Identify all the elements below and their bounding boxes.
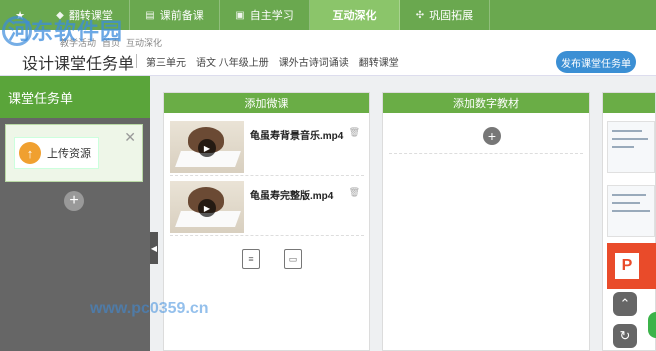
document-icon[interactable]: ≡ bbox=[242, 249, 260, 269]
document-thumbnail[interactable] bbox=[607, 185, 655, 237]
tab-prep[interactable]: ▤ 课前备课 bbox=[130, 0, 220, 30]
collapse-handle[interactable]: ◀ bbox=[150, 232, 158, 264]
extend-icon: ✣ bbox=[415, 9, 425, 21]
delete-icon[interactable]: 🗑 bbox=[349, 127, 360, 138]
breadcrumb-item: 互动深化 bbox=[126, 38, 163, 48]
video-name: 龟虽寿完整版.mp4 bbox=[250, 191, 334, 202]
play-icon[interactable]: ▶ bbox=[198, 139, 216, 157]
divider bbox=[389, 153, 583, 154]
tab-label: 自主学习 bbox=[249, 10, 294, 22]
watermark-text: 河东软件园 bbox=[8, 19, 124, 44]
watermark-url: www.pc0359.cn bbox=[90, 300, 209, 317]
upload-card: ↑ 上传资源 ✕ bbox=[5, 124, 143, 182]
publish-button[interactable]: 发布课堂任务单 bbox=[556, 51, 636, 73]
video-name: 龟虽寿背景音乐.mp4 bbox=[250, 131, 344, 142]
title-divider bbox=[136, 54, 137, 68]
tab-label: 课前备课 bbox=[159, 10, 204, 22]
powerpoint-icon: P bbox=[615, 253, 639, 279]
meta-textbook: 语文 八年级上册 bbox=[196, 58, 269, 69]
document-thumbnail[interactable] bbox=[607, 121, 655, 173]
add-icon[interactable]: + bbox=[64, 191, 84, 211]
upload-resource-button[interactable]: ↑ 上传资源 bbox=[14, 137, 99, 169]
video-thumbnail[interactable]: ▶ bbox=[170, 181, 244, 233]
page-title: 设计课堂任务单 bbox=[22, 56, 135, 73]
book-icon: ▤ bbox=[145, 9, 155, 21]
column-header bbox=[603, 93, 655, 113]
meta-mode: 翻转课堂 bbox=[358, 58, 399, 69]
video-item[interactable]: ▶ 龟虽寿完整版.mp4 🗑 bbox=[170, 181, 364, 236]
video-thumbnail[interactable]: ▶ bbox=[170, 121, 244, 173]
tab-self-study[interactable]: ▣ 自主学习 bbox=[220, 0, 310, 30]
tab-label: 巩固拓展 bbox=[429, 10, 474, 22]
digital-material-column: 添加数字教材 + bbox=[382, 92, 590, 351]
upload-arrow-icon: ↑ bbox=[19, 142, 41, 164]
powerpoint-thumbnail[interactable]: P bbox=[607, 243, 656, 289]
scroll-top-icon[interactable]: ⌃ bbox=[613, 292, 637, 316]
add-micro-video-header[interactable]: 添加微课 bbox=[164, 93, 369, 113]
side-widget[interactable] bbox=[648, 312, 656, 338]
upload-label: 上传资源 bbox=[47, 148, 91, 160]
tab-label: 互动深化 bbox=[332, 10, 377, 22]
play-icon[interactable]: ▶ bbox=[198, 199, 216, 217]
meta-lesson: 课外古诗词诵读 bbox=[278, 58, 349, 69]
close-icon[interactable]: ✕ bbox=[124, 129, 136, 146]
study-icon: ▣ bbox=[235, 9, 245, 21]
folder-icon[interactable]: ▭ bbox=[284, 249, 302, 269]
refresh-icon[interactable]: ↻ bbox=[613, 324, 637, 348]
tab-interact[interactable]: 互动深化 bbox=[310, 0, 400, 30]
lesson-meta: 第三单元 语文 八年级上册 课外古诗词诵读 翻转课堂 bbox=[146, 54, 399, 69]
sidebar-title: 课堂任务单 bbox=[0, 76, 150, 118]
delete-icon[interactable]: 🗑 bbox=[349, 187, 360, 198]
add-icon[interactable]: + bbox=[483, 127, 501, 145]
video-tools: ≡ ▭ bbox=[242, 249, 302, 269]
add-digital-material-header[interactable]: 添加数字教材 bbox=[383, 93, 589, 113]
meta-unit: 第三单元 bbox=[146, 58, 186, 69]
video-item[interactable]: ▶ 龟虽寿背景音乐.mp4 🗑 bbox=[170, 121, 364, 176]
tab-extend[interactable]: ✣ 巩固拓展 bbox=[400, 0, 490, 30]
